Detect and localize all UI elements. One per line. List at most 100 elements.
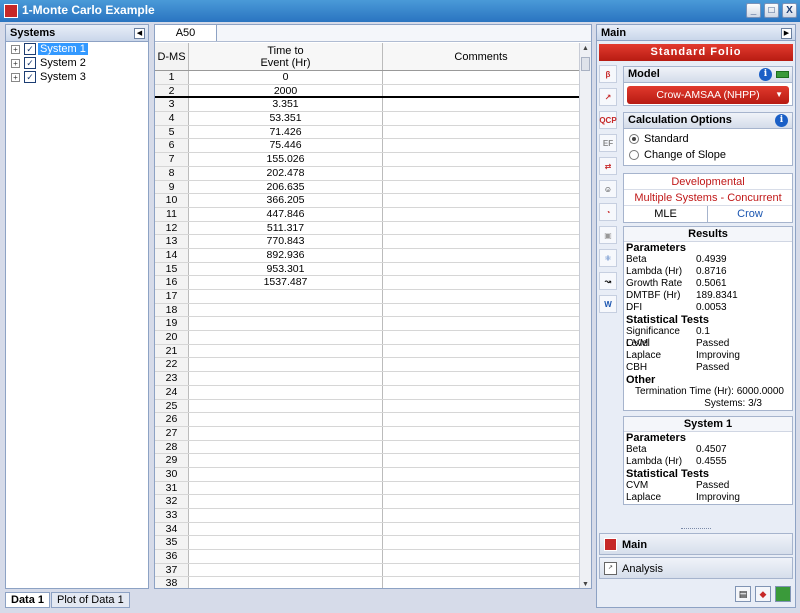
comment-cell[interactable] — [383, 399, 580, 413]
time-cell[interactable]: 0 — [189, 71, 383, 84]
collapse-right-icon[interactable]: ▶ — [781, 28, 792, 39]
simulation-icon[interactable]: ⚛ — [599, 249, 617, 267]
expand-icon[interactable]: + — [11, 45, 20, 54]
collapse-icon[interactable]: ◀ — [134, 28, 145, 39]
time-cell[interactable]: 447.846 — [189, 207, 383, 221]
row-number[interactable]: 16 — [155, 276, 189, 289]
comment-cell[interactable] — [383, 454, 580, 467]
time-cell[interactable] — [189, 467, 383, 481]
comment-cell[interactable] — [383, 139, 580, 153]
time-cell[interactable]: 206.635 — [189, 180, 383, 194]
scroll-thumb[interactable] — [581, 57, 590, 71]
time-cell[interactable] — [189, 536, 383, 550]
comment-cell[interactable] — [383, 467, 580, 481]
row-number[interactable]: 8 — [155, 166, 189, 180]
row-number[interactable]: 10 — [155, 194, 189, 207]
comment-cell[interactable] — [383, 98, 580, 112]
row-number[interactable]: 24 — [155, 385, 189, 399]
row-number[interactable]: 28 — [155, 440, 189, 454]
vertical-scrollbar[interactable]: ▲ ▼ — [579, 43, 591, 588]
analysis-method[interactable]: MLE — [624, 206, 708, 222]
ef-icon[interactable]: EF — [599, 134, 617, 152]
row-number[interactable]: 35 — [155, 536, 189, 550]
splitter-grip[interactable] — [681, 528, 711, 531]
cell-reference-box[interactable]: A50 — [155, 25, 217, 41]
comment-cell[interactable] — [383, 248, 580, 262]
time-cell[interactable]: 75.446 — [189, 139, 383, 153]
time-cell[interactable] — [189, 426, 383, 440]
minimize-button[interactable]: _ — [746, 3, 761, 18]
time-cell[interactable] — [189, 358, 383, 372]
time-cell[interactable] — [189, 372, 383, 385]
comment-cell[interactable] — [383, 194, 580, 207]
row-number[interactable]: 20 — [155, 331, 189, 344]
comment-cell[interactable] — [383, 358, 580, 372]
row-number[interactable]: 22 — [155, 358, 189, 372]
close-button[interactable]: X — [782, 3, 797, 18]
tree-item-system-2[interactable]: + ✓ System 2 — [6, 56, 148, 70]
row-number[interactable]: 11 — [155, 207, 189, 221]
time-cell[interactable] — [189, 509, 383, 522]
comment-cell[interactable] — [383, 509, 580, 522]
time-cell[interactable] — [189, 550, 383, 563]
comment-cell[interactable] — [383, 84, 580, 97]
maximize-button[interactable]: □ — [764, 3, 779, 18]
comment-cell[interactable] — [383, 550, 580, 563]
time-cell[interactable]: 770.843 — [189, 235, 383, 248]
info-icon[interactable]: i — [759, 68, 772, 81]
transfer-icon[interactable]: ⇄ — [599, 157, 617, 175]
time-cell[interactable] — [189, 303, 383, 317]
checkbox-icon[interactable]: ✓ — [24, 71, 36, 83]
comment-cell[interactable] — [383, 413, 580, 426]
time-cell[interactable] — [189, 331, 383, 344]
time-cell[interactable] — [189, 317, 383, 331]
radio-button-icon[interactable] — [629, 150, 639, 160]
comment-cell[interactable] — [383, 577, 580, 588]
comment-cell[interactable] — [383, 303, 580, 317]
comment-cell[interactable] — [383, 180, 580, 194]
time-cell[interactable] — [189, 577, 383, 588]
comment-cell[interactable] — [383, 317, 580, 331]
row-number[interactable]: 13 — [155, 235, 189, 248]
time-cell[interactable] — [189, 454, 383, 467]
scroll-down-icon[interactable]: ▼ — [580, 579, 591, 588]
comment-cell[interactable] — [383, 71, 580, 84]
comment-cell[interactable] — [383, 207, 580, 221]
model-name[interactable]: Crow — [708, 206, 792, 222]
radio-button-icon[interactable] — [629, 134, 639, 144]
row-number[interactable]: 29 — [155, 454, 189, 467]
row-number[interactable]: 38 — [155, 577, 189, 588]
time-cell[interactable] — [189, 481, 383, 495]
time-cell[interactable]: 71.426 — [189, 125, 383, 139]
time-cell[interactable] — [189, 413, 383, 426]
row-number[interactable]: 34 — [155, 522, 189, 536]
time-cell[interactable]: 953.301 — [189, 262, 383, 276]
settings-icon[interactable]: ◆ — [755, 586, 771, 602]
time-cell[interactable] — [189, 522, 383, 536]
row-number[interactable]: 4 — [155, 112, 189, 125]
row-number[interactable]: 2 — [155, 84, 189, 97]
row-number[interactable]: 17 — [155, 290, 189, 303]
tree-item-system-1[interactable]: + ✓ System 1 — [6, 42, 148, 56]
comment-cell[interactable] — [383, 331, 580, 344]
row-number[interactable]: 25 — [155, 399, 189, 413]
column-header-comments[interactable]: Comments — [383, 43, 580, 70]
plot-icon[interactable]: ↗ — [599, 88, 617, 106]
radio-change-of-slope[interactable]: Change of Slope — [624, 147, 792, 163]
row-number[interactable]: 14 — [155, 248, 189, 262]
nav-main[interactable]: Main — [599, 533, 793, 555]
row-number[interactable]: 6 — [155, 139, 189, 153]
nav-analysis[interactable]: ↗ Analysis — [599, 557, 793, 579]
time-cell[interactable]: 3.351 — [189, 98, 383, 112]
tab-plot-of-data-1[interactable]: Plot of Data 1 — [51, 592, 130, 608]
row-number[interactable]: 15 — [155, 262, 189, 276]
row-number[interactable]: 33 — [155, 509, 189, 522]
time-cell[interactable]: 511.317 — [189, 221, 383, 235]
comment-cell[interactable] — [383, 563, 580, 577]
comment-cell[interactable] — [383, 426, 580, 440]
time-cell[interactable]: 1537.487 — [189, 276, 383, 289]
info-icon[interactable]: i — [775, 114, 788, 127]
qcp-icon[interactable]: QCP — [599, 111, 617, 129]
row-number[interactable]: 26 — [155, 413, 189, 426]
row-number[interactable]: 36 — [155, 550, 189, 563]
